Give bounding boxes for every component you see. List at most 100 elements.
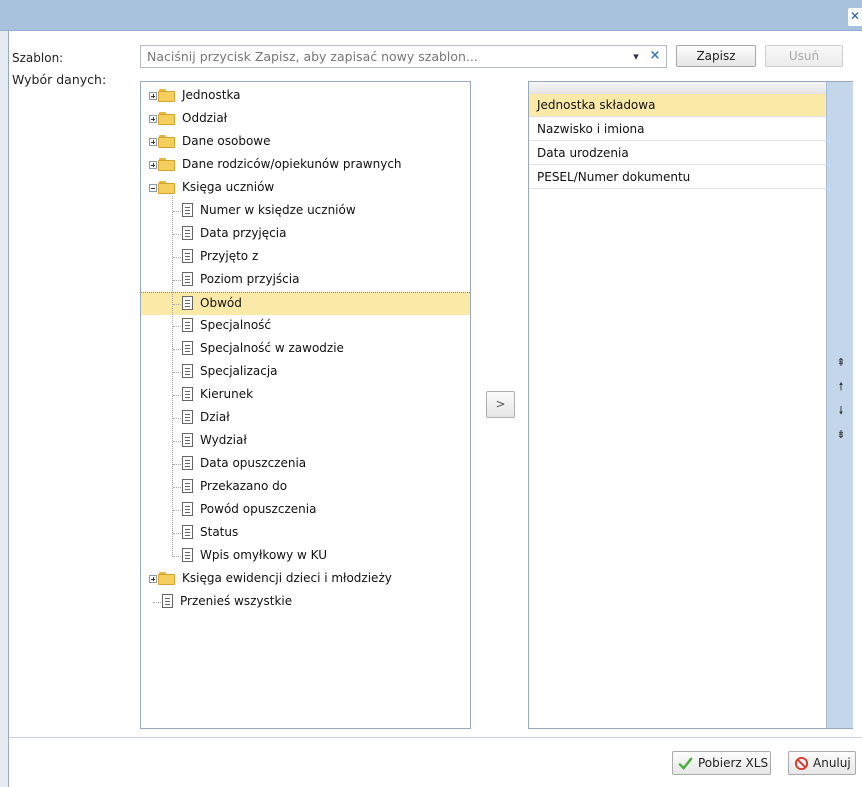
tree-leaf-node[interactable]: Specjalizacja [141,361,470,383]
tree-connector [153,602,161,603]
footer-divider [9,737,862,738]
tree-connector [173,234,181,235]
tree-folder-node[interactable]: Oddział [141,108,470,130]
tree-node-label: Status [200,525,239,539]
tree-connector [173,510,181,511]
expand-icon[interactable] [149,161,157,169]
tree-node-label: Dział [200,410,230,424]
tree-leaf-node[interactable]: Status [141,522,470,544]
folder-icon [158,158,175,171]
tree-leaf-node[interactable]: Przenieś wszystkie [141,591,470,613]
tree-connector [173,418,181,419]
tree-leaf-node[interactable]: Obwód [141,292,470,315]
tree-leaf-node[interactable]: Wydział [141,430,470,452]
tree-folder-node[interactable]: Księga ewidencji dzieci i młodzieży [141,568,470,590]
delete-button[interactable]: Usuń [765,45,843,67]
document-icon [182,203,193,217]
tree-leaf-node[interactable]: Data przyjęcia [141,223,470,245]
move-bottom-icon[interactable]: ⇟ [833,426,849,444]
tree-connector [173,280,181,281]
tree-connector [173,441,181,442]
tree-node-label: Wpis omyłkowy w KU [200,548,327,562]
move-top-icon[interactable]: ⇞ [833,354,849,372]
list-item[interactable]: Data urodzenia [529,142,826,165]
template-label: Szablon: [12,51,64,65]
tree-connector [173,395,181,396]
document-icon [182,272,193,286]
tree-node-label: Oddział [182,111,228,125]
tree-folder-node[interactable]: Jednostka [141,85,470,107]
tree-folder-node[interactable]: Dane osobowe [141,131,470,153]
tree-folder-node[interactable]: Księga uczniów [141,177,470,199]
list-item[interactable]: Jednostka składowa [529,94,826,117]
template-combobox[interactable]: Naciśnij przycisk Zapisz, aby zapisać no… [140,45,667,68]
available-fields-tree[interactable]: Jednostka Oddział Dane osobowe Dane rodzicó… [140,81,471,729]
document-icon [182,456,193,470]
tree-leaf-node[interactable]: Wpis omyłkowy w KU [141,545,470,567]
tree-node-label: Przekazano do [200,479,288,493]
tree-node-label: Przenieś wszystkie [180,594,293,608]
expand-icon[interactable] [149,138,157,146]
move-right-button[interactable]: > [486,391,515,418]
tree-leaf-node[interactable]: Przekazano do [141,476,470,498]
tree-leaf-node[interactable]: Data opuszczenia [141,453,470,475]
folder-icon [158,572,175,585]
data-selection-label: Wybór danych: [12,72,107,87]
chevron-down-icon[interactable]: ▾ [628,48,644,65]
document-icon [182,249,193,263]
tree-leaf-node[interactable]: Specjalność [141,315,470,337]
expand-icon[interactable] [149,575,157,583]
tree-connector [173,326,181,327]
tree-folder-node[interactable]: Dane rodziców/opiekunów prawnych [141,154,470,176]
document-icon [182,433,193,447]
expand-icon[interactable] [149,92,157,100]
tree-leaf-node[interactable]: Numer w księdze uczniów [141,200,470,222]
tree-connector [173,211,181,212]
tree-connector [173,349,181,350]
move-up-icon[interactable]: 🠕 [833,378,849,396]
dialog-body: Szablon: Naciśnij przycisk Zapisz, aby z… [8,31,862,787]
document-icon [182,364,193,378]
tree-connector [173,533,181,534]
download-xls-label: Pobierz XLS [698,756,769,770]
clear-icon[interactable]: × [647,48,663,65]
document-icon [182,226,193,240]
tree-leaf-node[interactable]: Powód opuszczenia [141,499,470,521]
close-icon[interactable]: ✕ [848,8,862,26]
tree-leaf-node[interactable]: Dział [141,407,470,429]
tree-leaf-node[interactable]: Specjalność w zawodzie [141,338,470,360]
collapse-icon[interactable] [149,184,157,192]
download-xls-button[interactable]: Pobierz XLS [672,751,771,775]
cancel-label: Anuluj [813,756,851,770]
tree-node-label: Specjalizacja [200,364,278,378]
tree-node-label: Data przyjęcia [200,226,287,240]
tree-connector [172,196,173,557]
tree-node-label: Data opuszczenia [200,456,307,470]
tree-node-label: Dane rodziców/opiekunów prawnych [182,157,402,171]
folder-icon [158,112,175,125]
tree-node-label: Kierunek [200,387,254,401]
tree-connector [173,487,181,488]
move-down-icon[interactable]: 🠗 [833,402,849,420]
tree-node-label: Jednostka [182,88,241,102]
document-icon [182,548,193,562]
document-icon [182,387,193,401]
tree-leaf-node[interactable]: Kierunek [141,384,470,406]
tree-node-label: Poziom przyjścia [200,272,300,286]
tree-leaf-node[interactable]: Poziom przyjścia [141,269,470,291]
cancel-button[interactable]: Anuluj [788,751,856,775]
document-icon [162,594,173,608]
selected-fields-list[interactable]: Jednostka składowa Nazwisko i imiona Data … [528,81,853,729]
list-item[interactable]: PESEL/Numer dokumentu [529,166,826,189]
checkmark-icon [678,757,693,771]
save-button[interactable]: Zapisz [676,45,756,67]
expand-icon[interactable] [149,115,157,123]
tree-node-label: Numer w księdze uczniów [200,203,356,217]
tree-connector [173,464,181,465]
reorder-toolbar: ⇞ 🠕 🠗 ⇟ [826,82,853,728]
tree-leaf-node[interactable]: Przyjęto z [141,246,470,268]
list-item[interactable]: Nazwisko i imiona [529,118,826,141]
folder-icon [158,135,175,148]
document-icon [182,502,193,516]
tree-node-label: Wydział [200,433,247,447]
